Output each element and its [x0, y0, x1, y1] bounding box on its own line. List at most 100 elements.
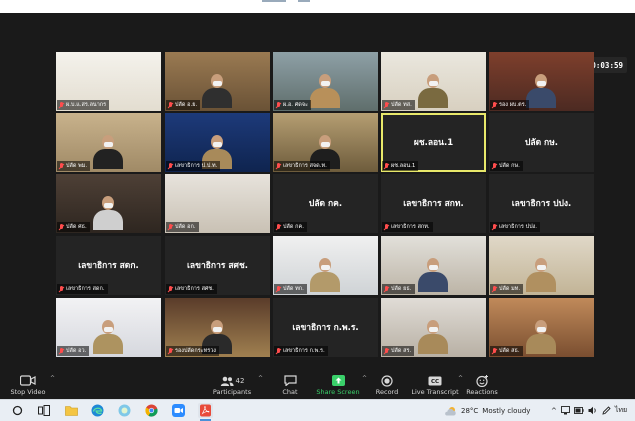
share-screen-icon [331, 374, 345, 387]
muted-microphone-icon [492, 347, 497, 355]
pen-icon[interactable] [602, 406, 611, 415]
participant-name-label: เลขาธิการ ปปง. [490, 222, 540, 232]
pdf-reader-app-icon[interactable] [198, 403, 213, 418]
participant-tile[interactable]: เลขาธิการ ปปง. เลขาธิการ ปปง. [489, 174, 594, 233]
participant-tile[interactable]: เลขาธิการ สกท. เลขาธิการ สกท. [381, 174, 486, 233]
photos-app-icon[interactable] [117, 403, 132, 418]
smiley-plus-icon [475, 374, 489, 387]
participant-name: เลขาธิการ สดก. [66, 286, 105, 292]
participant-name: ปลัด กษ. [499, 163, 520, 169]
participant-tile[interactable]: เลขาธิการ สจด.ท. [273, 113, 378, 172]
participant-tile[interactable]: รอง ผบ.ตร. [489, 52, 594, 111]
muted-microphone-icon [276, 223, 281, 231]
video-camera-icon [20, 374, 36, 387]
battery-icon[interactable] [573, 407, 584, 414]
stop-video-button[interactable]: Stop Video [8, 373, 48, 399]
participant-tile[interactable]: ปลัด อว. [56, 298, 161, 357]
participant-display-name: ผช.ลอน.1 [413, 138, 454, 148]
participant-name-label: ปลัด สร. [382, 346, 415, 356]
live-transcript-button[interactable]: CC Live Transcript [411, 373, 459, 399]
muted-microphone-icon [276, 101, 281, 109]
participants-count: 42 [235, 376, 245, 385]
participant-name-label: เลขาธิการ สกท. [382, 222, 433, 232]
participant-name: ปลัด สธ. [499, 348, 520, 354]
participant-tile[interactable]: ผช.ลอน.1 ผช.ลอน.1 [381, 113, 486, 172]
participant-name: ปลัด พม. [66, 163, 88, 169]
muted-microphone-icon [492, 223, 497, 231]
muted-microphone-icon [168, 285, 173, 293]
participant-tile[interactable]: เลขาธิการ ป.ป.ท. [165, 113, 270, 172]
muted-microphone-icon [276, 347, 281, 355]
participant-tile[interactable]: ปลัด มท. [489, 236, 594, 295]
participant-tile[interactable]: ปลัด พม. [56, 113, 161, 172]
chat-button[interactable]: Chat [278, 373, 302, 399]
participant-name-label: ปลัด มท. [490, 284, 524, 294]
muted-microphone-icon [59, 223, 64, 231]
zoom-app-icon[interactable] [171, 403, 186, 418]
search-icon[interactable] [10, 403, 25, 418]
task-view-icon[interactable] [36, 403, 51, 418]
participant-name: ปลัด มท. [499, 286, 521, 292]
participant-name-label: ปลัด ทก. [274, 284, 307, 294]
participant-tile[interactable]: ปลัด สธ. [489, 298, 594, 357]
muted-microphone-icon [168, 347, 173, 355]
transcript-chevron-up-icon[interactable]: ^ [458, 375, 463, 382]
weather-widget[interactable]: 28°C Mostly cloudy [444, 400, 530, 421]
participant-tile[interactable]: ปลัด กษ. ปลัด กษ. [489, 113, 594, 172]
participant-name-label: เลขาธิการ สจด.ท. [274, 161, 330, 171]
participant-tile[interactable]: ปลัด ทส. [381, 52, 486, 111]
participant-tile[interactable]: ปลัด กค. ปลัด กค. [273, 174, 378, 233]
participant-name-label: ปลัด กษ. [490, 161, 523, 171]
network-icon[interactable] [560, 406, 570, 415]
muted-microphone-icon [168, 162, 173, 170]
participant-tile[interactable]: ปลัด อ.ย. [165, 52, 270, 111]
video-gallery: 00:03:59 ผ.บ.แ.สร.ลนากร ปลัด อ.ย. ผ.อ. ศดจ… [0, 13, 635, 373]
participant-tile[interactable]: ผ.บ.แ.สร.ลนากร [56, 52, 161, 111]
edge-browser-icon[interactable] [90, 403, 105, 418]
cloud-icon [445, 406, 456, 415]
participants-chevron-up-icon[interactable]: ^ [258, 375, 263, 382]
participant-name: ปลัด อว. [66, 348, 87, 354]
video-options-chevron-up-icon[interactable]: ^ [50, 375, 55, 382]
participant-tile[interactable]: รองปลัดกระทรวง [165, 298, 270, 357]
participant-tile[interactable]: เลขาธิการ ก.พ.ร. เลขาธิการ ก.พ.ร. [273, 298, 378, 357]
participants-button[interactable]: 42 Participants [212, 373, 252, 399]
participant-tile[interactable]: เลขาธิการ สดก. เลขาธิการ สดก. [56, 236, 161, 295]
muted-microphone-icon [384, 101, 389, 109]
input-language[interactable]: ไทย [615, 405, 627, 416]
participant-display-name: ปลัด กค. [308, 199, 343, 209]
record-button[interactable]: Record [374, 373, 400, 399]
muted-microphone-icon [59, 162, 64, 170]
participant-name-label: ผช.ลอน.1 [382, 161, 419, 171]
participant-name: ผ.อ. ศดจะ [283, 102, 309, 108]
participant-name-label: ปลัด กค. [274, 222, 307, 232]
participant-name-label: เลขาธิการ ป.ป.ท. [166, 161, 221, 171]
participant-tile[interactable]: ปลัด ศธ. [56, 174, 161, 233]
participant-name: ปลัด อ.ย. [175, 102, 198, 108]
participant-tile[interactable]: ผ.อ. ศดจะ [273, 52, 378, 111]
participant-tile[interactable]: ปลัด อก. [165, 174, 270, 233]
participant-name: ปลัด ยธ. [391, 286, 412, 292]
svg-text:CC: CC [431, 379, 439, 385]
file-explorer-icon[interactable] [64, 403, 79, 418]
participant-name-label: เลขาธิการ ก.พ.ร. [274, 346, 328, 356]
participant-name: เลขาธิการ สกท. [391, 224, 430, 230]
reactions-button[interactable]: Reactions [466, 373, 498, 399]
participant-tile[interactable]: ปลัด ยธ. [381, 236, 486, 295]
muted-microphone-icon [384, 347, 389, 355]
participant-tile[interactable]: ปลัด ทก. [273, 236, 378, 295]
muted-microphone-icon [384, 285, 389, 293]
participant-name: เลขาธิการ สจด.ท. [283, 163, 327, 169]
participant-display-name: ปลัด กษ. [524, 138, 559, 148]
chevron-up-icon[interactable]: ^ [551, 407, 557, 415]
participants-icon [220, 376, 234, 386]
share-screen-button[interactable]: Share Screen [316, 373, 360, 399]
speaker-icon[interactable] [588, 406, 598, 415]
participant-name-label: เลขาธิการ สศช. [166, 284, 217, 294]
participant-tile[interactable]: ปลัด สร. [381, 298, 486, 357]
chrome-browser-icon[interactable] [144, 403, 159, 418]
participant-name: ปลัด กค. [283, 224, 304, 230]
participant-tile[interactable]: เลขาธิการ สศช. เลขาธิการ สศช. [165, 236, 270, 295]
share-options-chevron-up-icon[interactable]: ^ [362, 375, 367, 382]
system-tray: ^ ไทย [551, 400, 627, 421]
